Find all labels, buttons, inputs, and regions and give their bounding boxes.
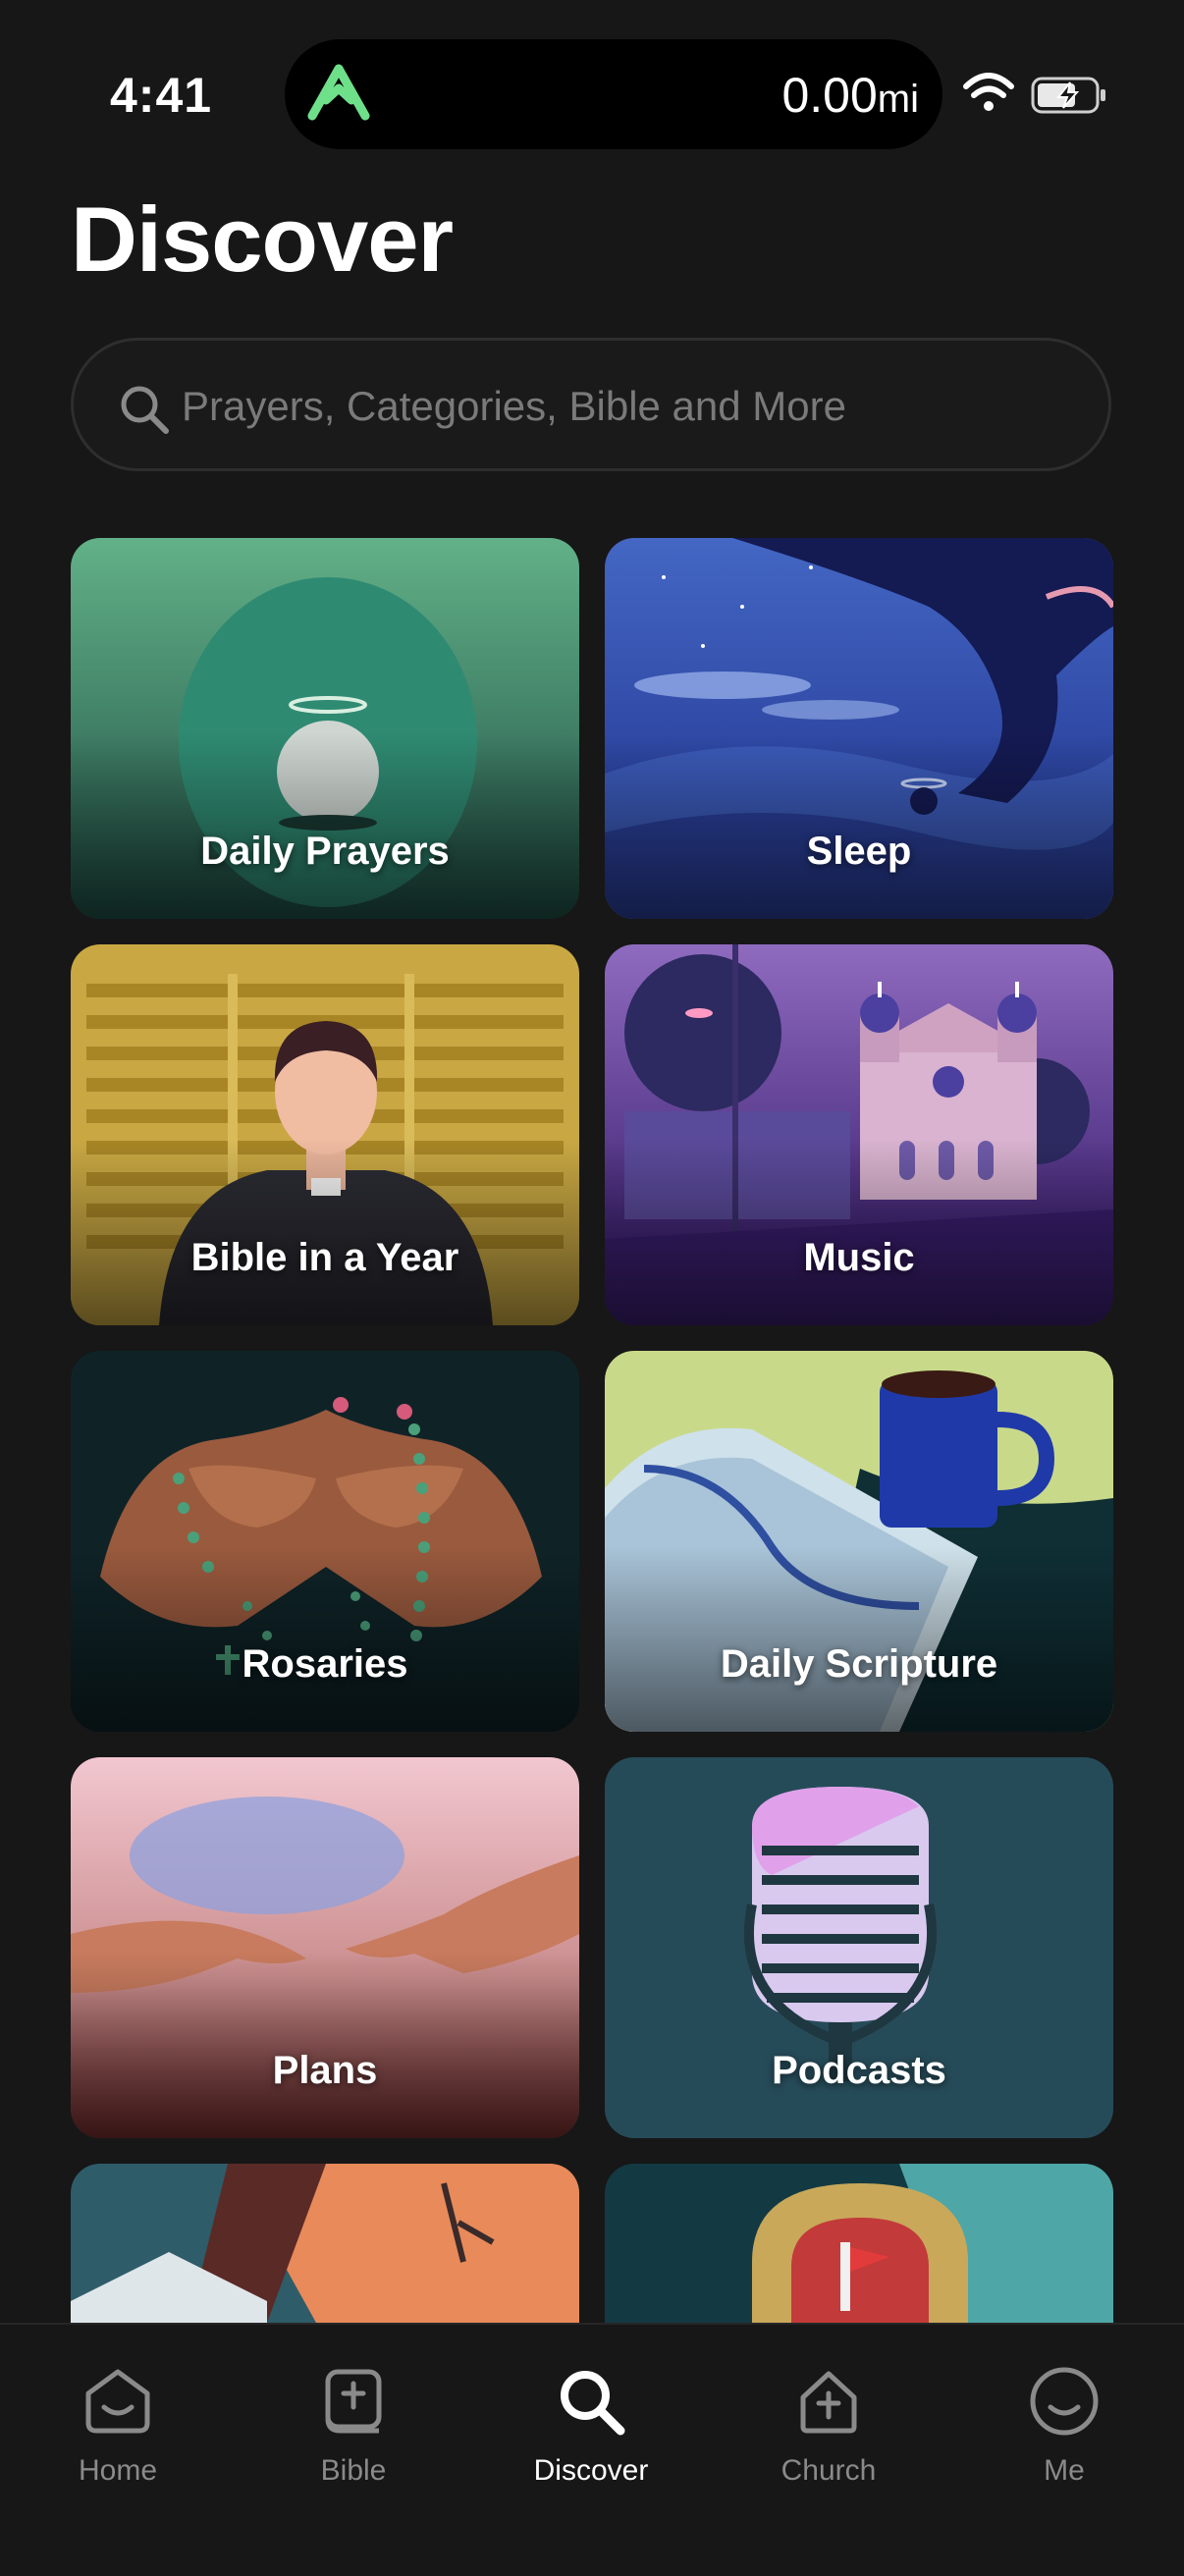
tab-bible[interactable]: Bible: [255, 2344, 452, 2521]
tile-label: Daily Prayers: [200, 830, 450, 873]
tile-shade: [605, 732, 1113, 919]
tab-church[interactable]: Church: [730, 2344, 927, 2521]
tile-shade: [71, 1545, 579, 1732]
page-title: Discover: [71, 188, 454, 291]
tile-sleep[interactable]: Sleep: [605, 538, 1113, 919]
distance-value: 0.00: [781, 68, 878, 123]
tile-rosaries[interactable]: Rosaries: [71, 1351, 579, 1732]
tab-label: Discover: [533, 2454, 649, 2487]
status-time: 4:41: [110, 68, 213, 123]
tab-label: Home: [78, 2454, 158, 2487]
church-icon: [800, 2371, 857, 2434]
tile-label: Plans: [272, 2049, 378, 2092]
search-bar[interactable]: [71, 338, 1111, 471]
tile-label: Music: [803, 1236, 915, 1279]
tile-plans[interactable]: Plans: [71, 1757, 579, 2138]
tile-label: Bible in a Year: [190, 1236, 459, 1279]
tile-shade: [71, 1952, 579, 2138]
tab-home[interactable]: Home: [20, 2344, 216, 2521]
dynamic-island[interactable]: 0.00mi: [285, 39, 942, 149]
tile-shade: [71, 1139, 579, 1325]
tab-label: Church: [780, 2454, 877, 2487]
stained-glass-illustration: [605, 2164, 1113, 2323]
tile-partial-left[interactable]: [71, 2164, 579, 2323]
search-icon: [121, 386, 169, 434]
tile-label: Rosaries: [242, 1642, 408, 1686]
battery-charging-icon: [1031, 77, 1105, 114]
stories-illustration: [71, 2164, 579, 2323]
tile-daily-prayers[interactable]: Daily Prayers: [71, 538, 579, 919]
tile-daily-scripture[interactable]: Daily Scripture: [605, 1351, 1113, 1732]
profile-icon: [1030, 2367, 1099, 2436]
tab-label: Bible: [320, 2454, 387, 2487]
search-icon: [561, 2371, 625, 2436]
app-logo-icon: [307, 64, 370, 121]
tile-bible-in-a-year[interactable]: Bible in a Year: [71, 944, 579, 1325]
tile-music[interactable]: Music: [605, 944, 1113, 1325]
tile-shade: [605, 1139, 1113, 1325]
distance-readout: 0.00mi: [781, 67, 919, 124]
tile-label: Podcasts: [772, 2049, 946, 2092]
tile-shade: [71, 732, 579, 919]
wifi-icon: [963, 73, 1014, 111]
tile-shade: [605, 1545, 1113, 1732]
tab-discover[interactable]: Discover: [493, 2344, 689, 2521]
home-icon: [85, 2369, 150, 2434]
tab-me[interactable]: Me: [966, 2344, 1162, 2521]
tile-podcasts[interactable]: Podcasts: [605, 1757, 1113, 2138]
distance-unit: mi: [877, 78, 919, 121]
tile-partial-right[interactable]: [605, 2164, 1113, 2323]
tile-label: Sleep: [806, 830, 912, 873]
tile-label: Daily Scripture: [720, 1642, 998, 1686]
tab-label: Me: [1044, 2454, 1085, 2487]
bottom-tab-bar: Home Bible Discover Church Me: [0, 2323, 1184, 2576]
bible-icon: [325, 2369, 382, 2434]
search-input[interactable]: [180, 370, 1067, 443]
